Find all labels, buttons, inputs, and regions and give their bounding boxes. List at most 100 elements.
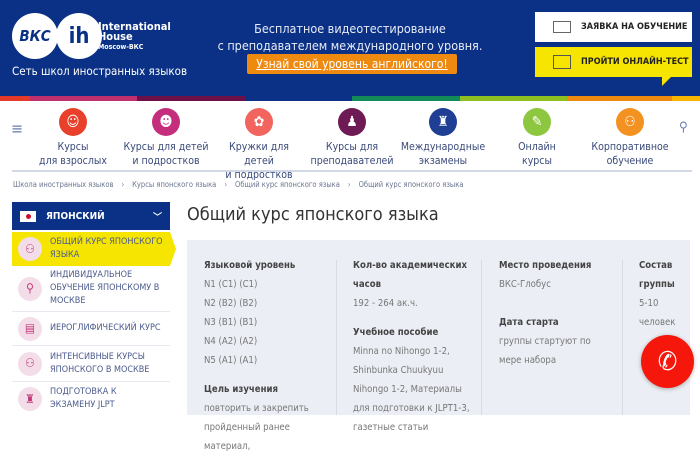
start-line: мере набора [499, 355, 557, 366]
sidebar-item-individual[interactable]: ⚲ Индивидуальное обучение японскому в Мос… [12, 266, 170, 312]
sidebar-item-jlpt[interactable]: ♜ Подготовка к экзамену JLPT [12, 382, 170, 416]
sidebar-item-general-course[interactable]: ⚇ Общий курс японского языка [12, 232, 176, 266]
nav-label: обучение [606, 155, 654, 167]
nav-label: и подростков [132, 155, 200, 167]
column-divider [336, 260, 337, 415]
nav-item[interactable]: ♟ Курсы для преподавателей [306, 108, 398, 168]
color-stripe [245, 96, 352, 101]
nav-label: Курсы для [325, 141, 379, 153]
checklist-icon [553, 55, 571, 69]
nav-item[interactable]: ☺ Курсы для взрослых [27, 108, 119, 168]
apply-button[interactable]: ЗАЯВКА НА ОБУЧЕНИЕ [535, 12, 692, 42]
chevron-right-icon: › [224, 180, 228, 189]
corporate-icon: ⚇ [616, 108, 644, 136]
sidebar-item-intensive[interactable]: ⚇ Интенсивные курсы японского в Москве [12, 346, 170, 382]
vkc-logo[interactable]: ВКС [12, 13, 58, 59]
start-label: Дата старта [499, 317, 559, 328]
page-title: Общий курс японского языка [187, 204, 439, 225]
group-label: группы [639, 279, 675, 290]
hours-column: Кол-во академических часов 192 - 264 ак.… [353, 256, 470, 437]
logo-text: ВКС [19, 27, 51, 45]
nav-item[interactable]: ☻ Курсы для детей и подростков [120, 108, 212, 168]
sidebar-item-label: Подготовка к экзамену JLPT [50, 387, 117, 410]
search-icon[interactable]: ⚲ [679, 120, 688, 135]
level-value: N4 (A2) (A2) [204, 336, 258, 347]
place-value: ВКС-Глобус [499, 279, 551, 290]
books-line: для подготовки к JLPT1-3, [353, 403, 470, 414]
promo-line: с преподавателем международного уровня. [217, 38, 483, 53]
phone-icon: ✆ [657, 346, 678, 377]
logo-line: Moscow-ВКС [98, 43, 144, 51]
people-icon: ⚇ [18, 351, 42, 376]
hours-value: 192 - 264 ак.ч. [353, 298, 418, 309]
level-value: N3 (B1) (B1) [204, 317, 258, 328]
breadcrumb-link[interactable]: Школа иностранных языков [13, 180, 113, 189]
call-button[interactable]: ✆ [641, 335, 694, 388]
sidebar-item-hieroglyph[interactable]: ▤ Иероглифический курс [12, 312, 170, 346]
nav-label: Онлайн [518, 141, 556, 153]
group-column: Состав группы 5-10 человек [639, 256, 675, 332]
sidebar-item-label: Иероглифический курс [50, 323, 161, 333]
goal-label: Цель изучения [204, 384, 278, 395]
nav-label: Кружки для детей [229, 141, 289, 167]
button-tail [662, 77, 671, 86]
nav-item[interactable]: ⚇ Корпоративное обучение [584, 108, 676, 168]
group-label: Состав [639, 260, 673, 271]
level-column: Языковой уровень N1 (C1) (C1) N2 (B2) (B2… [204, 256, 309, 456]
nav-label: Курсы [57, 141, 89, 153]
group-line: 5-10 [639, 298, 659, 309]
online-icon: ✎ [523, 108, 551, 136]
language-selector[interactable]: ЯПОНСКИЙ ﹀ [12, 202, 170, 230]
breadcrumb-link[interactable]: Курсы японского языка [132, 180, 216, 189]
promo-text: Бесплатное видеотестирование с преподава… [215, 20, 485, 54]
language-label: ЯПОНСКИЙ [46, 210, 105, 222]
goal-line: материал, [204, 441, 251, 452]
color-stripe [352, 96, 460, 101]
hours-label: Кол-во академических [353, 260, 467, 271]
japan-flag-icon [20, 210, 36, 222]
column-divider [622, 260, 623, 415]
online-test-button[interactable]: ПРОЙТИ ОНЛАЙН-ТЕСТ [535, 47, 692, 77]
nav-item[interactable]: ♜ Международные экзамены [397, 108, 489, 168]
color-stripe [567, 96, 672, 101]
level-value: N1 (C1) (C1) [204, 279, 258, 290]
teacher-icon: ♟ [338, 108, 366, 136]
tagline: Сеть школ иностранных языков [12, 64, 188, 78]
sidebar-menu: ⚇ Общий курс японского языка ⚲ Индивидуаль… [12, 232, 176, 416]
nav-label: для взрослых [39, 155, 107, 167]
nav-divider [12, 170, 692, 172]
start-line: группы стартуют по [499, 336, 591, 347]
sidebar-item-label: Индивидуальное обучение японскому в Моск… [50, 270, 160, 306]
color-stripe [0, 96, 30, 101]
color-stripe [30, 96, 137, 101]
level-test-button[interactable]: Узнай свой уровень английского! [247, 54, 457, 74]
ih-name: International House Moscow-ВКС [98, 21, 171, 52]
sidebar-item-label: Общий курс японского языка [50, 237, 163, 260]
hours-label: часов [353, 279, 381, 290]
level-value: N2 (B2) (B2) [204, 298, 258, 309]
logo-text: ih [68, 23, 90, 49]
nav-label: Международные [400, 141, 486, 153]
promo-line: Бесплатное видеотестирование [254, 21, 446, 36]
level-value: N5 (A1) (A1) [204, 355, 258, 366]
big-ben-icon: ♜ [18, 387, 42, 411]
person-icon: ⚲ [18, 276, 42, 301]
books-line: газетные статьи [353, 422, 429, 433]
breadcrumb-link[interactable]: Общий курс японского языка [235, 180, 340, 189]
chevron-right-icon: › [347, 180, 351, 189]
hamburger-menu-icon[interactable]: ≡ [11, 121, 24, 137]
nav-label: Корпоративное [591, 141, 669, 153]
color-stripe [460, 96, 567, 101]
book-icon: ▤ [18, 316, 42, 341]
nav-label: экзамены [418, 155, 468, 167]
ih-logo[interactable]: ih [56, 13, 102, 59]
sidebar-item-label: Интенсивные курсы японского в Москве [50, 351, 150, 375]
color-stripe [672, 96, 700, 101]
level-label: Языковой уровень [204, 260, 296, 271]
nav-item[interactable]: ✎ Онлайн курсы [491, 108, 583, 168]
chevron-down-icon: ﹀ [152, 212, 162, 223]
nav-label: курсы [522, 155, 552, 167]
chevron-right-icon: › [121, 180, 125, 189]
nav-label: преподавателей [310, 155, 394, 167]
test-label: ПРОЙТИ ОНЛАЙН-ТЕСТ [581, 57, 689, 67]
